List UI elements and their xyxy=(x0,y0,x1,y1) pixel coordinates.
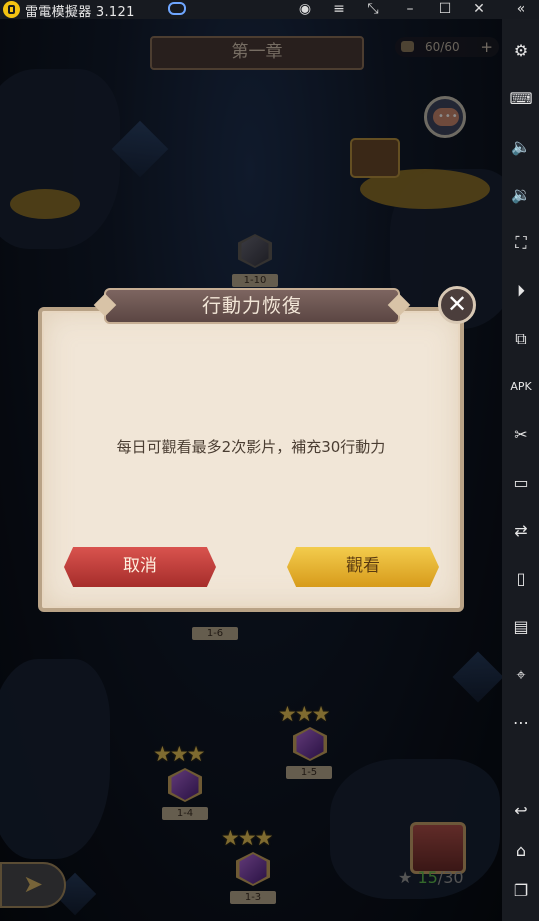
rotate-icon[interactable]: ▯ xyxy=(508,566,534,592)
multi-instance-icon[interactable]: ⧉ xyxy=(508,326,534,352)
back-icon[interactable]: ↩ xyxy=(508,798,534,824)
apk-install-icon[interactable]: APK xyxy=(508,374,534,400)
dialog-message: 每日可觀看最多2次影片，補充30行動力 xyxy=(116,438,386,456)
volume-up-icon[interactable]: 🔈 xyxy=(508,134,534,160)
settings-icon[interactable]: ⚙ xyxy=(508,38,534,64)
collapse-sidebar-icon[interactable]: « xyxy=(509,0,533,19)
gamepad-icon[interactable] xyxy=(168,2,186,15)
cancel-button[interactable]: 取消 xyxy=(64,547,216,587)
home-icon[interactable]: ⌂ xyxy=(508,838,534,864)
keyboard-icon[interactable]: ⌨ xyxy=(508,86,534,112)
sync-icon[interactable]: ⇄ xyxy=(508,518,534,544)
minimize-icon[interactable]: – xyxy=(398,0,422,19)
dialog-title: 行動力恢復 xyxy=(104,288,400,324)
close-window-icon[interactable]: ✕ xyxy=(467,0,491,19)
video-record-icon[interactable]: ▭ xyxy=(508,470,534,496)
recent-apps-icon[interactable]: ❐ xyxy=(508,878,534,904)
fullscreen-icon[interactable]: ⛶ xyxy=(508,230,534,256)
operation-record-icon[interactable]: ▤ xyxy=(508,614,534,640)
volume-down-icon[interactable]: 🔉 xyxy=(508,182,534,208)
emulator-toolbar: ⚙ ⌨ 🔈 🔉 ⛶ ⏵ ⧉ APK ✂ ▭ ⇄ ▯ ▤ ⌖ ⋯ ↩ ⌂ ❐ xyxy=(502,19,539,921)
menu-icon[interactable]: ≡ xyxy=(327,0,351,19)
ldplayer-logo-icon xyxy=(3,1,20,18)
watch-video-button[interactable]: 觀看 xyxy=(287,547,439,587)
maximize-icon[interactable]: ☐ xyxy=(433,0,457,19)
emulator-title-bar: 雷電模擬器 3.121 ◉ ≡ ⤡ – ☐ ✕ « xyxy=(0,0,539,20)
resize-icon[interactable]: ⤡ xyxy=(361,0,385,19)
record-icon[interactable]: ⏵ xyxy=(508,278,534,304)
dialog-close-button[interactable]: ✕ xyxy=(438,286,476,324)
screenshot-icon[interactable]: ✂ xyxy=(508,422,534,448)
account-icon[interactable]: ◉ xyxy=(293,0,317,19)
more-icon[interactable]: ⋯ xyxy=(508,710,534,736)
app-title: 雷電模擬器 3.121 xyxy=(25,5,135,20)
location-icon[interactable]: ⌖ xyxy=(508,662,534,688)
